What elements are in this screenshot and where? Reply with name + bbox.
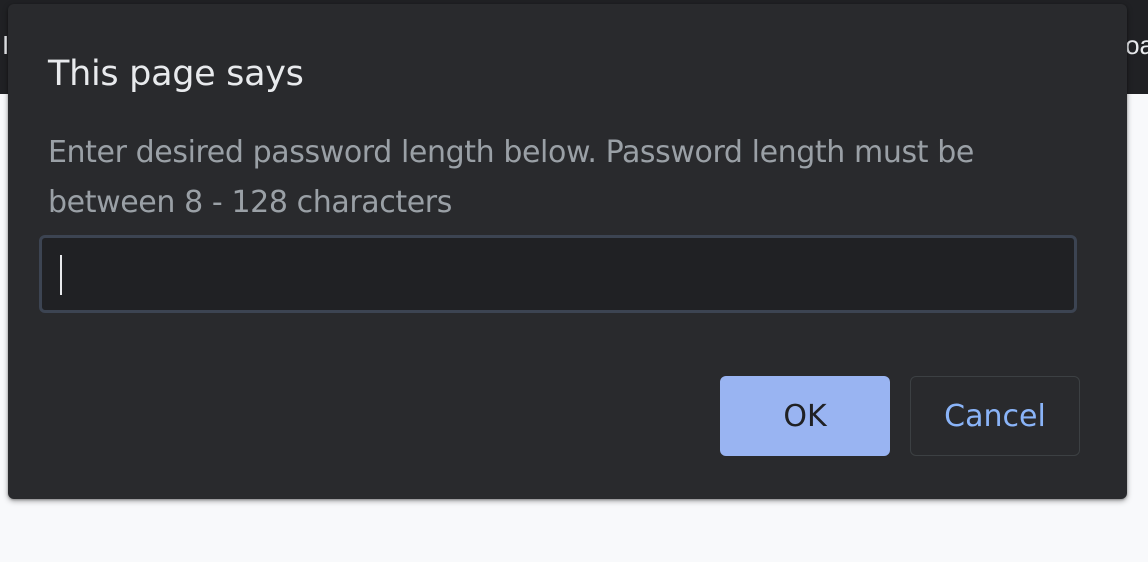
cancel-button[interactable]: Cancel: [910, 376, 1080, 456]
browser-page: I oa This page says Enter desired passwo…: [0, 0, 1148, 562]
ok-button[interactable]: OK: [720, 376, 890, 456]
dialog-message: Enter desired password length below. Pas…: [48, 135, 974, 220]
text-caret: [60, 255, 62, 295]
password-length-input[interactable]: [39, 235, 1077, 313]
dialog-title: This page says: [48, 54, 304, 94]
header-right-text-fragment: oa: [1125, 30, 1148, 60]
